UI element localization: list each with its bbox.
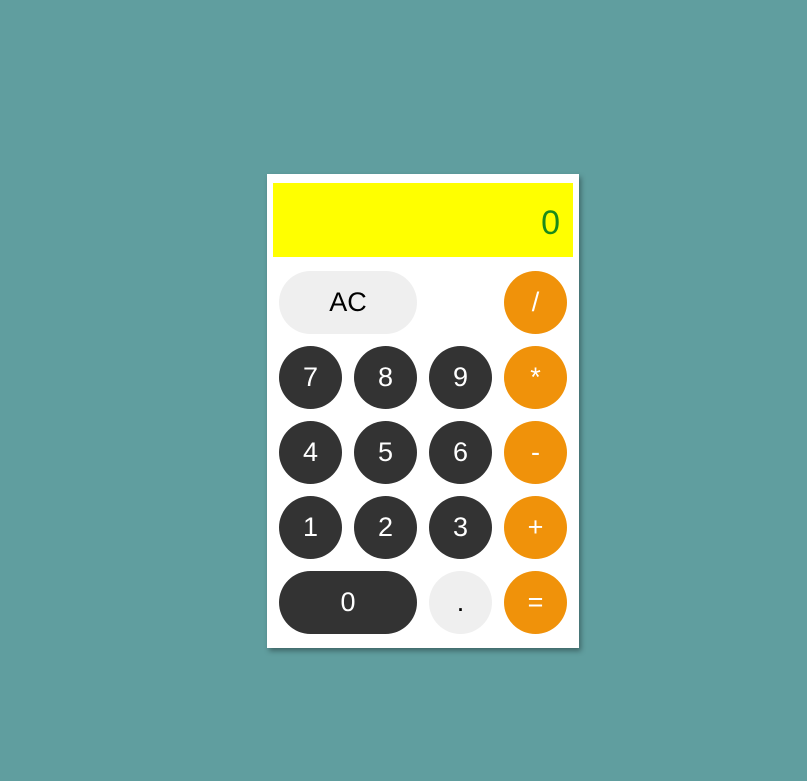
digit-7-button[interactable]: 7 — [279, 346, 342, 409]
digit-0-button[interactable]: 0 — [279, 571, 417, 634]
calculator-display: 0 — [273, 183, 573, 257]
multiply-button[interactable]: * — [504, 346, 567, 409]
digit-8-button[interactable]: 8 — [354, 346, 417, 409]
digit-9-button[interactable]: 9 — [429, 346, 492, 409]
digit-2-button[interactable]: 2 — [354, 496, 417, 559]
digit-3-button[interactable]: 3 — [429, 496, 492, 559]
digit-1-button[interactable]: 1 — [279, 496, 342, 559]
decimal-button[interactable]: . — [429, 571, 492, 634]
equals-button[interactable]: = — [504, 571, 567, 634]
divide-button[interactable]: / — [504, 271, 567, 334]
subtract-button[interactable]: - — [504, 421, 567, 484]
add-button[interactable]: + — [504, 496, 567, 559]
calculator: 0 AC / 7 8 9 * 4 5 6 - 1 2 3 + 0 . = — [267, 174, 579, 648]
clear-button[interactable]: AC — [279, 271, 417, 334]
display-value: 0 — [541, 203, 560, 242]
digit-4-button[interactable]: 4 — [279, 421, 342, 484]
digit-5-button[interactable]: 5 — [354, 421, 417, 484]
digit-6-button[interactable]: 6 — [429, 421, 492, 484]
